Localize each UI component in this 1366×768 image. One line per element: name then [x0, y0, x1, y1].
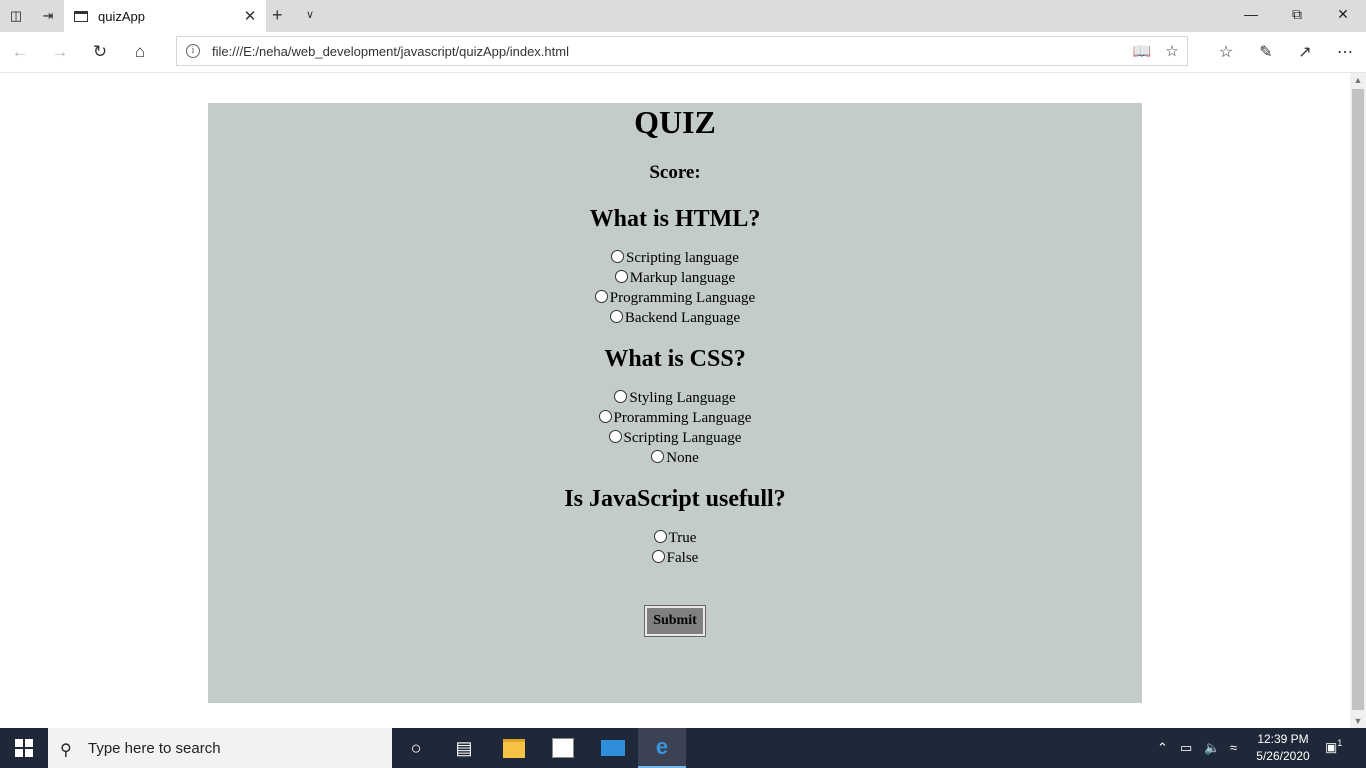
option[interactable]: None	[208, 448, 1142, 468]
tab-title: quizApp	[98, 8, 145, 24]
radio-button[interactable]	[598, 409, 612, 423]
scroll-up-icon[interactable]: ▲	[1350, 75, 1366, 85]
cortana-icon[interactable]: ○	[392, 728, 440, 768]
option[interactable]: Scripting language	[208, 248, 1142, 268]
radio-button[interactable]	[651, 549, 665, 563]
option[interactable]: Proramming Language	[208, 408, 1142, 428]
option[interactable]: Programming Language	[208, 288, 1142, 308]
radio-button[interactable]	[594, 289, 608, 303]
favorite-star-icon[interactable]: ☆	[1157, 42, 1187, 60]
forward-icon[interactable]: →	[49, 42, 71, 62]
url-text[interactable]: file:///E:/neha/web_development/javascri…	[212, 44, 1127, 59]
wifi-icon[interactable]: ≈	[1230, 740, 1237, 755]
radio-button[interactable]	[608, 429, 622, 443]
more-icon[interactable]: ⋯	[1332, 42, 1358, 62]
radio-button[interactable]	[609, 309, 623, 323]
file-explorer-icon[interactable]	[490, 728, 538, 768]
question-text: Is JavaScript usefull?	[564, 486, 786, 512]
tab-manager-icon[interactable]: ◫	[6, 6, 26, 26]
radio-button[interactable]	[653, 529, 667, 543]
radio-button[interactable]	[614, 269, 628, 283]
vertical-scrollbar[interactable]: ▲ ▼	[1350, 73, 1366, 728]
address-toolbar: ← → ↻ ⌂ i file:///E:/neha/web_developmen…	[0, 32, 1366, 73]
task-view-icon[interactable]: ▤	[440, 728, 488, 768]
close-window-icon[interactable]: ✕	[1328, 6, 1358, 23]
new-tab-icon[interactable]: +	[272, 5, 283, 26]
option[interactable]: True	[208, 528, 1142, 548]
set-tabs-aside-icon[interactable]: ⇥	[38, 6, 58, 26]
question-1: What is HTML? Scripting language Markup …	[208, 205, 1142, 328]
date: 5/26/2020	[1256, 749, 1310, 763]
radio-button[interactable]	[611, 249, 625, 263]
share-icon[interactable]: ↗	[1292, 42, 1318, 62]
scroll-thumb[interactable]	[1352, 89, 1364, 710]
tab-bar: ◫ ⇥ quizApp ✕ + ∨ — ⧉ ✕	[0, 0, 1366, 32]
chevron-up-icon[interactable]: ⌃	[1157, 740, 1168, 756]
taskbar: ⚲ Type here to search ○ ▤ e ⌃ ▭ 🔈 ≈ 12:3…	[0, 728, 1366, 768]
pen-icon[interactable]: ✎	[1253, 42, 1279, 62]
option[interactable]: Markup language	[208, 268, 1142, 288]
option[interactable]: Styling Language	[208, 388, 1142, 408]
battery-icon[interactable]: ▭	[1180, 740, 1192, 756]
question-3: Is JavaScript usefull? True False	[208, 485, 1142, 568]
quiz-title: QUIZ	[634, 104, 716, 140]
tab-quizapp[interactable]: quizApp ✕	[64, 0, 266, 32]
submit-button[interactable]: Submit	[644, 605, 706, 637]
volume-icon[interactable]: 🔈	[1204, 740, 1220, 756]
question-text: What is CSS?	[604, 346, 746, 372]
option[interactable]: Scripting Language	[208, 428, 1142, 448]
score-label: Score:	[649, 162, 701, 183]
quiz-container: QUIZ Score: What is HTML? Scripting lang…	[208, 103, 1142, 703]
close-tab-icon[interactable]: ✕	[240, 7, 260, 25]
chevron-down-icon[interactable]: ∨	[306, 8, 314, 21]
taskbar-search-box[interactable]: ⚲ Type here to search	[48, 728, 392, 768]
address-field[interactable]: i file:///E:/neha/web_development/javasc…	[176, 36, 1188, 66]
info-icon[interactable]: i	[186, 44, 200, 58]
page-viewport: QUIZ Score: What is HTML? Scripting lang…	[0, 73, 1350, 728]
search-placeholder: Type here to search	[88, 739, 221, 757]
search-icon: ⚲	[60, 742, 72, 759]
question-text: What is HTML?	[589, 206, 761, 232]
home-icon[interactable]: ⌂	[129, 42, 151, 62]
notification-icon[interactable]: ▣1	[1325, 738, 1342, 755]
mail-icon[interactable]	[589, 728, 637, 768]
restore-icon[interactable]: ⧉	[1282, 6, 1312, 23]
option[interactable]: Backend Language	[208, 308, 1142, 328]
scroll-down-icon[interactable]: ▼	[1350, 716, 1366, 726]
back-icon[interactable]: ←	[9, 42, 31, 62]
time: 12:39 PM	[1257, 732, 1309, 746]
minimize-icon[interactable]: —	[1236, 6, 1266, 22]
radio-button[interactable]	[614, 389, 628, 403]
windows-start-icon[interactable]	[0, 728, 48, 768]
refresh-icon[interactable]: ↻	[89, 42, 111, 62]
option[interactable]: False	[208, 548, 1142, 568]
notification-count: 1	[1337, 738, 1343, 748]
favorites-icon[interactable]: ☆	[1213, 42, 1239, 62]
clock[interactable]: 12:39 PM 5/26/2020	[1248, 731, 1318, 765]
page-icon	[74, 10, 88, 22]
edge-browser-icon[interactable]: e	[638, 728, 686, 768]
radio-button[interactable]	[651, 449, 665, 463]
question-2: What is CSS? Styling Language Proramming…	[208, 345, 1142, 468]
reading-view-icon[interactable]: 📖	[1127, 42, 1157, 60]
store-icon[interactable]	[539, 728, 587, 768]
